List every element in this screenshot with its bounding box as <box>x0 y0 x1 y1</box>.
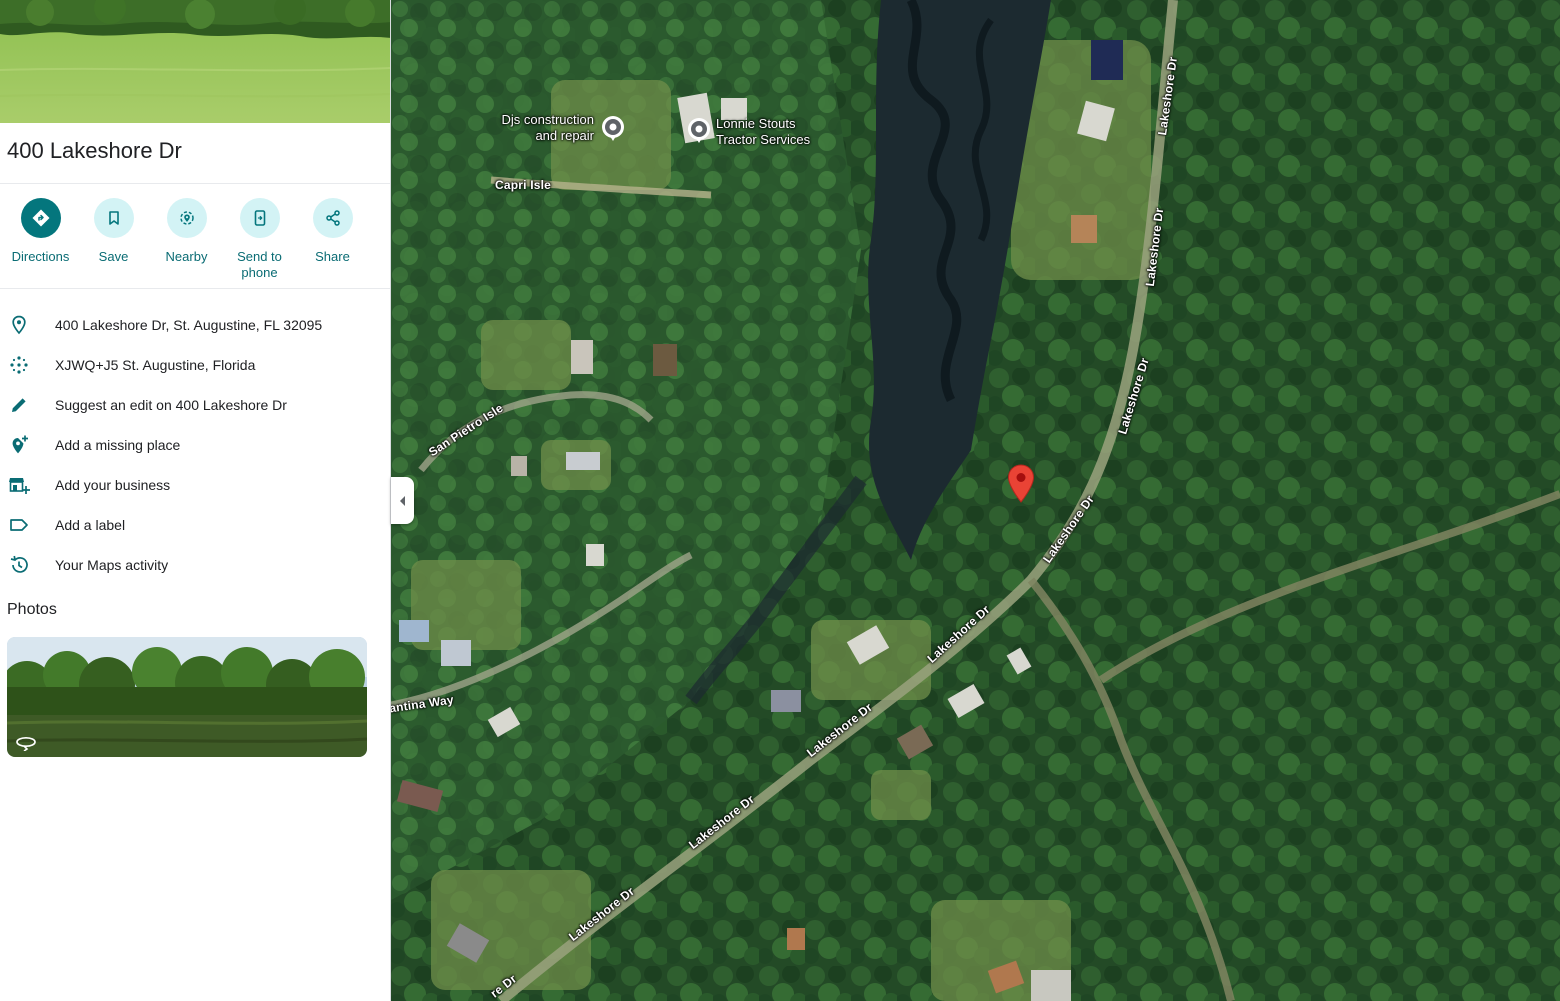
action-bar: Directions Save Nearby Send to phone Sha… <box>0 196 390 286</box>
directions-button[interactable]: Directions <box>4 196 77 265</box>
photo-image <box>7 637 367 757</box>
plus-code-icon <box>10 356 28 374</box>
panorama-360-icon <box>16 736 36 751</box>
location-marker-icon[interactable] <box>1007 464 1035 504</box>
place-panel: 400 Lakeshore Dr Directions Save Nearby … <box>0 0 391 1001</box>
send-to-phone-icon <box>239 198 280 238</box>
add-missing-place-text: Add a missing place <box>55 437 181 453</box>
add-business-icon <box>9 478 30 494</box>
add-missing-place-row[interactable]: Add a missing place <box>0 425 390 465</box>
directions-label: Directions <box>11 249 70 264</box>
nearby-label: Nearby <box>165 249 208 264</box>
share-icon <box>312 198 353 238</box>
poi-label-line: and repair <box>535 128 594 143</box>
pencil-icon <box>12 398 26 412</box>
divider <box>0 288 390 289</box>
send-to-phone-button[interactable]: Send to phone <box>223 196 296 281</box>
caret-left-icon <box>399 495 405 506</box>
nearby-icon <box>166 198 207 238</box>
add-label-row[interactable]: Add a label <box>0 505 390 545</box>
hero-photo[interactable] <box>0 0 390 123</box>
bookmark-icon <box>93 198 134 238</box>
nearby-button[interactable]: Nearby <box>150 196 223 265</box>
place-title: 400 Lakeshore Dr <box>7 138 182 163</box>
poi-djs-construction[interactable]: Djs construction and repair <box>491 112 626 146</box>
maps-activity-row[interactable]: Your Maps activity <box>0 545 390 585</box>
satellite-imagery <box>391 0 1560 1001</box>
address-text: 400 Lakeshore Dr, St. Augustine, FL 3209… <box>55 317 323 333</box>
info-list: 400 Lakeshore Dr, St. Augustine, FL 3209… <box>0 305 390 585</box>
share-button[interactable]: Share <box>296 196 369 265</box>
photo-thumbnail[interactable] <box>7 637 367 757</box>
save-label: Save <box>98 249 129 264</box>
poi-label-line: Djs construction <box>501 112 594 127</box>
plus-code-text: XJWQ+J5 St. Augustine, Florida <box>55 357 256 373</box>
satellite-map[interactable]: Capri Isle San Pietro Isle antina Way La… <box>391 0 1560 1001</box>
photos-heading: Photos <box>7 601 57 618</box>
hero-photo-image <box>0 0 390 123</box>
poi-pin-icon <box>602 116 624 141</box>
plus-code-row[interactable]: XJWQ+J5 St. Augustine, Florida <box>0 345 390 385</box>
divider <box>0 183 390 184</box>
add-business-row[interactable]: Add your business <box>0 465 390 505</box>
add-label-text: Add a label <box>55 517 126 533</box>
location-pin-icon <box>12 315 26 335</box>
suggest-edit-row[interactable]: Suggest an edit on 400 Lakeshore Dr <box>0 385 390 425</box>
poi-label-line: Tractor Services <box>716 132 811 147</box>
directions-icon <box>20 198 61 238</box>
maps-activity-text: Your Maps activity <box>55 557 169 573</box>
poi-label-line: Lonnie Stouts <box>716 116 796 131</box>
address-row[interactable]: 400 Lakeshore Dr, St. Augustine, FL 3209… <box>0 305 390 345</box>
save-button[interactable]: Save <box>77 196 150 265</box>
suggest-edit-text: Suggest an edit on 400 Lakeshore Dr <box>55 397 287 413</box>
add-business-text: Add your business <box>55 477 171 493</box>
add-place-icon <box>12 435 28 454</box>
poi-pin-icon <box>688 118 710 143</box>
send-to-phone-label: Send to phone <box>237 249 282 280</box>
history-icon <box>10 555 28 573</box>
poi-lonnie-stouts[interactable]: Lonnie Stouts Tractor Services <box>686 116 826 150</box>
road-label-capri-isle: Capri Isle <box>495 178 552 192</box>
share-label: Share <box>315 249 350 264</box>
collapse-panel-button[interactable] <box>391 477 414 524</box>
label-icon <box>10 519 28 531</box>
